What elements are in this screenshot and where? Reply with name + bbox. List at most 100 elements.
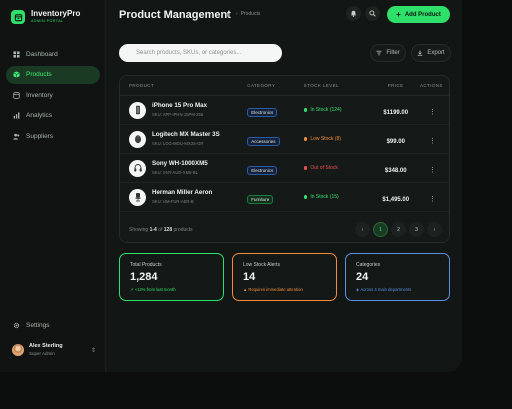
showing-prefix: Showing	[129, 227, 149, 233]
stock-status-dot	[303, 137, 308, 141]
showing-suffix: products	[173, 227, 193, 233]
bell-icon	[350, 10, 357, 17]
sidebar-item-dashboard[interactable]: Dashboard	[6, 45, 100, 63]
brand-name: InventoryPro	[31, 9, 81, 19]
product-price: $99.00	[386, 139, 405, 145]
product-name: iPhone 15 Pro Max	[152, 102, 208, 110]
sidebar-item-settings[interactable]: Settings	[6, 316, 100, 334]
database-icon	[12, 91, 20, 99]
notifications-button[interactable]	[346, 6, 361, 21]
card-note: ↗ +12% from last month	[130, 287, 213, 292]
add-product-button[interactable]: + Add Product	[387, 6, 450, 23]
stock-level: In Stock (124)	[310, 107, 342, 113]
sidebar-item-label: Products	[26, 71, 52, 78]
column-header-price[interactable]: PRICE	[371, 83, 420, 88]
category-badge: Furniture	[247, 195, 274, 204]
users-icon	[12, 132, 20, 140]
gear-icon	[12, 321, 20, 329]
chair-icon	[129, 188, 146, 206]
sidebar-item-label: Dashboard	[26, 50, 58, 58]
stock-status-dot	[303, 166, 308, 170]
add-product-label: Add Product	[404, 11, 441, 18]
category-badge: Accessories	[247, 137, 280, 146]
stock-level: In Stock (15)	[310, 194, 339, 200]
total-products-card: Total Products 1,284 ↗ +12% from last mo…	[119, 253, 224, 301]
card-label: Total Products	[130, 262, 162, 268]
product-sku: SKU: SNY-AUD-XM5-BL	[152, 169, 198, 175]
product-sku: SKU: HM-FUR-AER-B	[152, 198, 194, 204]
table-row[interactable]: Logitech MX Master 3S SKU: LOG-MOU-MX3S-G…	[120, 125, 449, 154]
product-name: Logitech MX Master 3S	[152, 131, 220, 139]
product-name: Herman Miller Aeron	[152, 189, 213, 197]
chevron-right-icon: ›	[236, 11, 238, 17]
sidebar-item-label: Suppliers	[26, 132, 54, 140]
table-row[interactable]: Sony WH-1000XM5 SKU: SNY-AUD-XM5-BL Elect…	[120, 154, 449, 183]
more-actions-icon[interactable]: ⋮	[429, 109, 436, 116]
filter-button[interactable]: Filter	[370, 44, 406, 62]
showing-total: 128	[163, 227, 173, 233]
table-row[interactable]: iPhone 15 Pro Max SKU: APP-IPHN-15PM-256 …	[120, 96, 449, 125]
card-note-text: Requires immediate attention	[248, 287, 303, 292]
more-actions-icon[interactable]: ⋮	[429, 138, 436, 145]
category-badge: Electronics	[247, 166, 278, 175]
sidebar-item-suppliers[interactable]: Suppliers	[6, 127, 100, 145]
search-input[interactable]: Search products, SKUs, or categories...	[119, 44, 282, 62]
search-icon	[369, 10, 376, 17]
sidebar-item-label: Settings	[26, 321, 50, 329]
search-button[interactable]	[365, 6, 380, 21]
more-actions-icon[interactable]: ⋮	[429, 167, 436, 174]
dashboard-icon	[12, 50, 20, 58]
stock-level: Out of Stock	[310, 165, 338, 171]
card-value: 14	[243, 271, 256, 283]
stock-status-dot	[303, 195, 308, 199]
export-label: Export	[427, 50, 445, 56]
user-profile[interactable]: Alex Sterling Super Admin ⇕	[12, 343, 96, 356]
categories-card: Categories 24 ◈ Across 4 main department…	[345, 253, 450, 301]
search-placeholder: Search products, SKUs, or categories...	[136, 50, 242, 56]
product-price: $1199.00	[383, 110, 409, 116]
column-header-stock[interactable]: STOCK LEVEL	[304, 83, 372, 88]
table-footer: Showing 1-4 of 128 products ‹ 1 2 3 ›	[120, 216, 449, 242]
phone-icon	[129, 101, 146, 119]
card-note: ◈ Across 4 main departments	[356, 287, 439, 292]
showing-range: 1-4	[149, 227, 157, 233]
table-row[interactable]: Herman Miller Aeron SKU: HM-FUR-AER-B Fur…	[120, 183, 449, 212]
stock-level: Low Stock (8)	[310, 136, 341, 142]
page-button-2[interactable]: 2	[391, 222, 406, 237]
plus-icon: +	[396, 9, 401, 19]
avatar	[12, 344, 24, 356]
breadcrumb-current: Products	[240, 11, 261, 17]
product-price: $348.00	[384, 168, 407, 174]
card-note-text: +12% from last month	[134, 287, 176, 292]
prev-page-button[interactable]: ‹	[355, 222, 370, 237]
mouse-icon	[129, 130, 146, 148]
stock-status-dot	[303, 108, 308, 112]
chevron-left-icon: ‹	[361, 226, 364, 233]
product-sku: SKU: LOG-MOU-MX3S-GR	[152, 140, 204, 146]
product-price: $1,495.00	[382, 197, 410, 203]
download-icon	[418, 50, 423, 56]
page-button-1[interactable]: 1	[373, 222, 388, 237]
box-icon	[12, 71, 20, 79]
chevron-updown-icon[interactable]: ⇕	[91, 347, 96, 354]
sidebar-item-inventory[interactable]: Inventory	[6, 86, 100, 104]
showing-of: of	[158, 227, 163, 233]
sidebar-item-analytics[interactable]: Analytics	[6, 107, 100, 125]
pagination: ‹ 1 2 3 ›	[352, 222, 442, 237]
sidebar-item-products[interactable]: Products	[6, 65, 100, 84]
column-header-product[interactable]: PRODUCT	[120, 83, 247, 88]
column-header-category[interactable]: CATEGORY	[247, 83, 304, 88]
sidebar-item-label: Inventory	[26, 91, 53, 99]
more-actions-icon[interactable]: ⋮	[429, 196, 436, 203]
headphones-icon	[129, 159, 146, 177]
card-value: 24	[356, 271, 369, 283]
page-button-3[interactable]: 3	[409, 222, 424, 237]
export-button[interactable]: Export	[411, 44, 451, 62]
brand-subtitle: ADMIN PORTAL	[31, 19, 64, 24]
top-header: Product Management › Products + Add Prod…	[106, 0, 462, 30]
card-note: ▲ Requires immediate attention	[243, 287, 326, 292]
card-value: 1,284	[130, 271, 158, 283]
next-page-button[interactable]: ›	[427, 222, 442, 237]
filter-icon	[376, 50, 382, 56]
home-icon[interactable]	[225, 11, 230, 17]
